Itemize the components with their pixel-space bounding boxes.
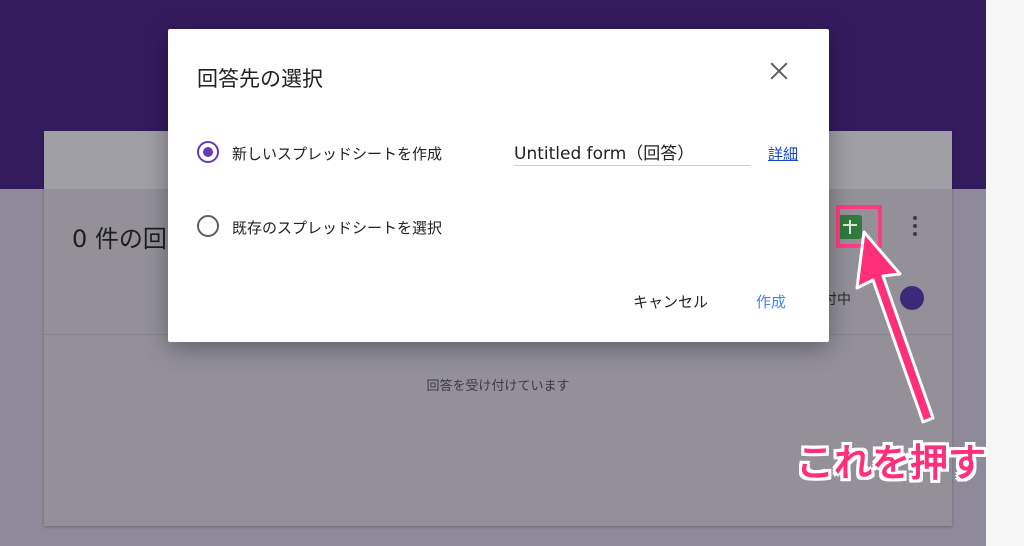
radio-unchecked-icon[interactable]	[197, 215, 219, 237]
details-link[interactable]: 詳細	[768, 143, 798, 164]
cancel-button[interactable]: キャンセル	[633, 291, 708, 312]
dialog-title: 回答先の選択	[197, 67, 323, 91]
radio-checked-icon[interactable]	[197, 141, 219, 163]
arrow-icon	[855, 230, 935, 424]
option-existing-spreadsheet-label[interactable]: 既存のスプレッドシートを選択	[232, 217, 442, 238]
empty-responses-message: 回答を受け付けています	[426, 379, 570, 394]
annotation-callout: これを押す	[796, 441, 987, 485]
create-button[interactable]: 作成	[756, 291, 786, 312]
responses-count-title: 0 件の回	[72, 225, 167, 253]
close-icon[interactable]	[767, 59, 791, 83]
page-edge	[986, 0, 1024, 546]
option-new-spreadsheet-label[interactable]: 新しいスプレッドシートを作成	[232, 143, 442, 164]
new-sheet-name-input[interactable]	[514, 137, 751, 166]
response-destination-dialog: 回答先の選択 新しいスプレッドシートを作成 詳細 既存のスプレッドシートを選択 …	[168, 29, 829, 342]
